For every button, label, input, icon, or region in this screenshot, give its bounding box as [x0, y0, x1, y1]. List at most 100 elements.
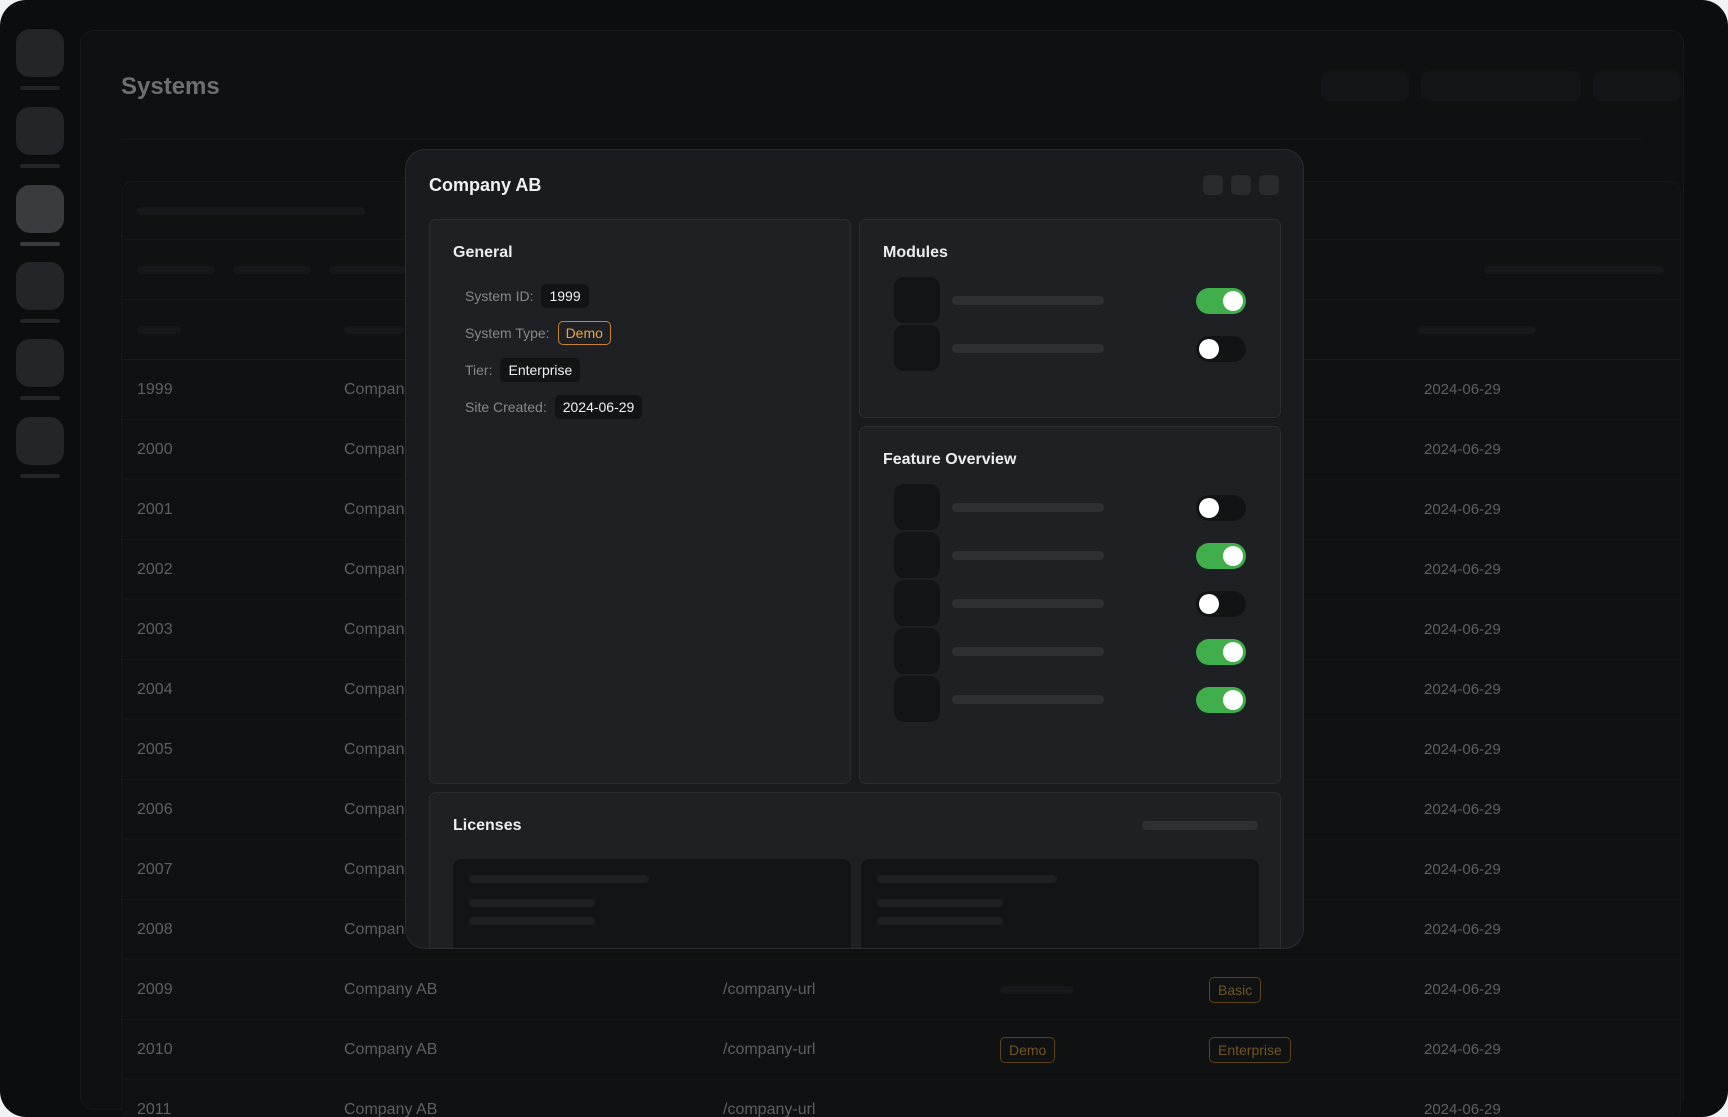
toggle-knob	[1199, 498, 1219, 518]
header-button-2[interactable]	[1421, 71, 1581, 101]
feature-label-placeholder	[952, 503, 1104, 512]
column-header-date[interactable]	[1418, 326, 1536, 334]
tier-row: Tier: Enterprise	[465, 357, 581, 383]
general-title: General	[453, 244, 513, 261]
toggle-knob	[1199, 594, 1219, 614]
page-title: Systems	[121, 73, 220, 100]
sidebar-item-4[interactable]	[16, 262, 64, 310]
feature-icon	[894, 628, 940, 674]
row-date: 2024-06-29	[1424, 561, 1501, 578]
tier-badge: Enterprise	[1209, 1036, 1291, 1063]
search-placeholder[interactable]	[1484, 266, 1664, 274]
row-date: 2024-06-29	[1424, 441, 1501, 458]
feature-toggle[interactable]	[1196, 591, 1246, 617]
feature-toggle[interactable]	[1196, 543, 1246, 569]
app-window: Systems 1999 Compan 2024-06-29 2000 Compan 20…	[0, 0, 1728, 1117]
row-id: 2001	[137, 501, 173, 518]
license-card-1-line-3	[469, 917, 595, 925]
row-id: 2009	[137, 981, 173, 998]
feature-overview-title: Feature Overview	[883, 451, 1017, 468]
feature-toggle[interactable]	[1196, 639, 1246, 665]
module-row	[894, 325, 1246, 371]
row-name: Compan	[344, 441, 405, 458]
sidebar-item-6[interactable]	[16, 417, 64, 465]
licenses-title: Licenses	[453, 817, 522, 834]
sidebar-item-5[interactable]	[16, 339, 64, 387]
feature-overview-card: Feature Overview	[859, 426, 1281, 784]
site-created-row: Site Created: 2024-06-29	[465, 394, 643, 420]
filter-placeholder-2[interactable]	[233, 266, 311, 274]
row-id: 2005	[137, 741, 173, 758]
feature-label-placeholder	[952, 647, 1104, 656]
system-type-label: System Type:	[465, 325, 550, 341]
row-type: Demo	[1000, 1020, 1056, 1080]
module-toggle[interactable]	[1196, 288, 1246, 314]
license-card-2[interactable]	[861, 859, 1259, 948]
licenses-card: Licenses	[429, 792, 1281, 948]
modal-close-button[interactable]	[1259, 175, 1279, 195]
row-id: 2008	[137, 921, 173, 938]
feature-toggle[interactable]	[1196, 495, 1246, 521]
sidebar-item-systems[interactable]	[16, 185, 64, 233]
license-card-2-line-2	[877, 899, 1003, 907]
row-date: 2024-06-29	[1424, 861, 1501, 878]
module-row	[894, 277, 1246, 323]
column-header-name[interactable]	[344, 326, 404, 334]
row-date: 2024-06-29	[1424, 501, 1501, 518]
row-name: Compan	[344, 921, 405, 938]
toggle-knob	[1223, 546, 1243, 566]
header-divider	[121, 139, 1643, 140]
toolbar-placeholder	[137, 207, 365, 215]
row-url[interactable]: /company-url	[723, 960, 815, 1020]
row-date: 2024-06-29	[1424, 741, 1501, 758]
row-date: 2024-06-29	[1424, 681, 1501, 698]
header-button-3[interactable]	[1593, 71, 1681, 101]
row-id: 2010	[137, 1041, 173, 1058]
row-date: 2024-06-29	[1424, 381, 1501, 398]
table-row[interactable]: 2010 Company AB/company-url Demo Enterprise…	[122, 1020, 1680, 1080]
system-type-row: System Type: Demo	[465, 320, 611, 346]
row-name: Compan	[344, 801, 405, 818]
sidebar-item-2[interactable]	[16, 107, 64, 155]
sidebar-item-systems-indicator	[20, 242, 60, 246]
row-date: 2024-06-29	[1424, 1041, 1501, 1058]
table-row[interactable]: 2011 Company AB/company-url 2024-06-29	[122, 1080, 1680, 1117]
row-id: 1999	[137, 381, 173, 398]
modal-control-1[interactable]	[1203, 175, 1223, 195]
sidebar-item-4-indicator	[20, 319, 60, 323]
feature-row	[894, 532, 1246, 578]
toggle-knob	[1223, 690, 1243, 710]
license-card-2-line-1	[877, 875, 1057, 883]
feature-row	[894, 484, 1246, 530]
sidebar-item-1[interactable]	[16, 29, 64, 77]
row-date: 2024-06-29	[1424, 621, 1501, 638]
row-tier: Enterprise	[1209, 1020, 1291, 1080]
header-button-1[interactable]	[1321, 71, 1409, 101]
table-row[interactable]: 2009 Company AB/company-url Basic 2024-06-2…	[122, 960, 1680, 1020]
filter-placeholder-1[interactable]	[137, 266, 215, 274]
licenses-action-placeholder[interactable]	[1142, 821, 1258, 830]
modal-control-2[interactable]	[1231, 175, 1251, 195]
filter-placeholder-3[interactable]	[329, 266, 407, 274]
system-detail-modal: Company AB General System ID: 1999 Syste…	[405, 149, 1304, 949]
license-card-1-line-2	[469, 899, 595, 907]
sidebar	[0, 0, 80, 1117]
row-type-skeleton	[1000, 985, 1074, 994]
tier-label: Tier:	[465, 362, 493, 378]
row-id: 2004	[137, 681, 173, 698]
feature-icon	[894, 532, 940, 578]
general-card: General System ID: 1999 System Type: Dem…	[429, 219, 851, 784]
column-header-id[interactable]	[137, 326, 181, 334]
row-id: 2003	[137, 621, 173, 638]
feature-toggle[interactable]	[1196, 687, 1246, 713]
tier-value: Enterprise	[500, 358, 581, 382]
module-toggle[interactable]	[1196, 336, 1246, 362]
module-icon	[894, 277, 940, 323]
license-card-1[interactable]	[453, 859, 851, 948]
toggle-knob	[1223, 291, 1243, 311]
row-url[interactable]: /company-url	[723, 1080, 815, 1117]
toggle-knob	[1199, 339, 1219, 359]
row-url[interactable]: /company-url	[723, 1020, 815, 1080]
system-id-row: System ID: 1999	[465, 283, 589, 309]
row-name: Compan	[344, 861, 405, 878]
